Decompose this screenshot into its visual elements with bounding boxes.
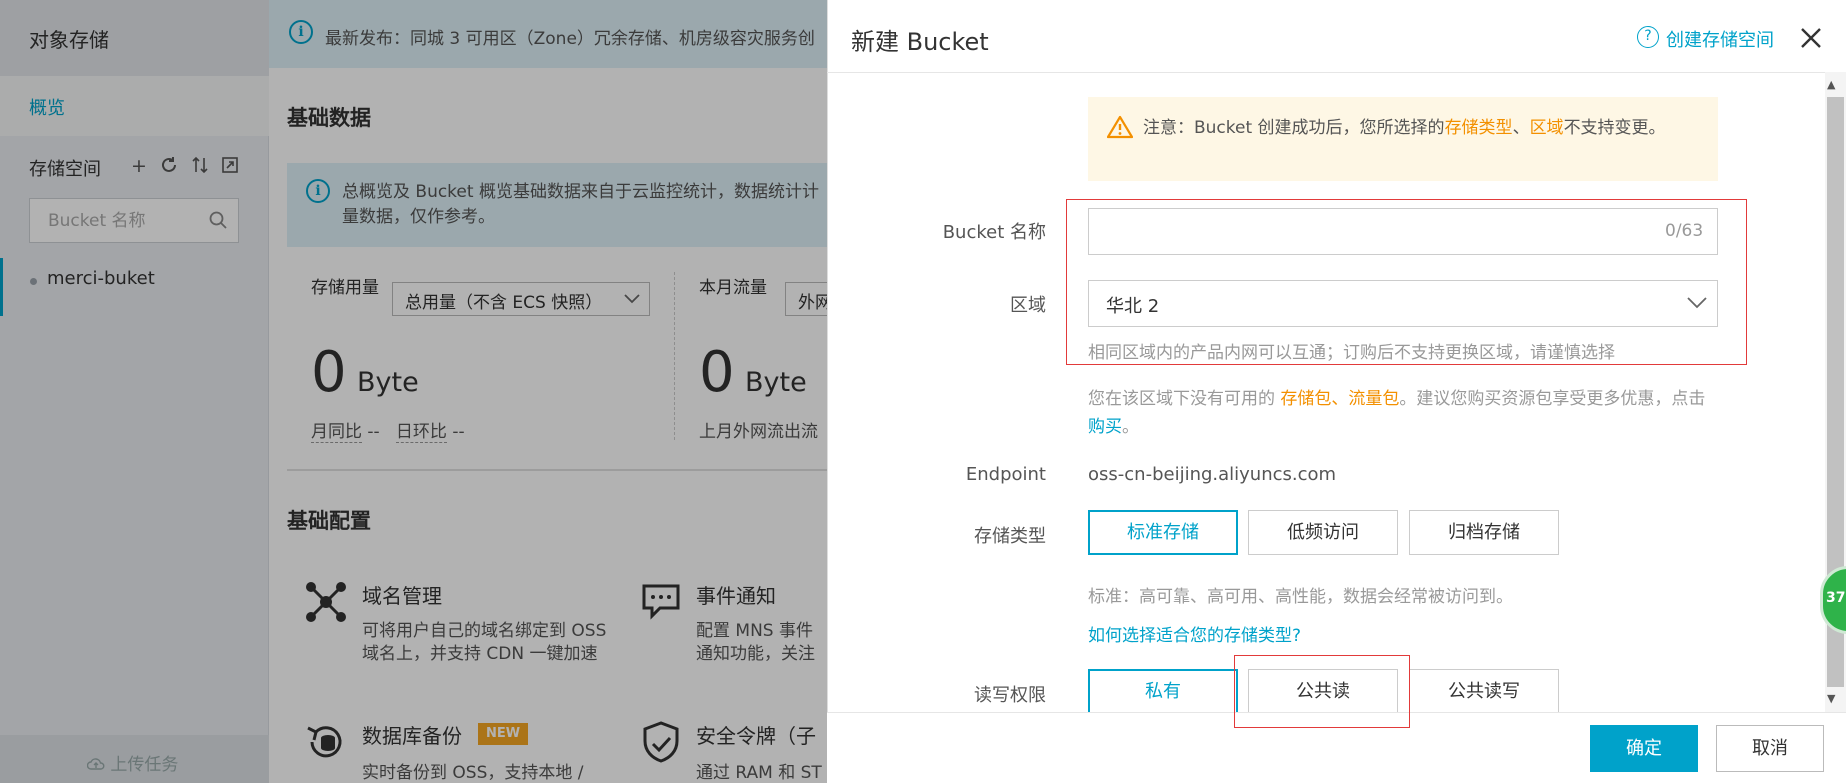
annotation-highlight-box	[1066, 199, 1747, 365]
pkg-middle: 。建议您购买资源包享受更多优惠，点击	[1399, 389, 1706, 409]
help-icon[interactable]: ?	[1637, 26, 1659, 48]
endpoint-label: Endpoint	[965, 464, 1046, 485]
traffic-package-link[interactable]: 流量包	[1348, 389, 1399, 409]
cancel-button[interactable]: 取消	[1716, 725, 1824, 772]
warning-storage-class: 存储类型	[1444, 118, 1513, 138]
confirm-button[interactable]: 确定	[1590, 725, 1698, 772]
scroll-up-icon[interactable]: ▲	[1827, 78, 1835, 91]
acl-public-read-write[interactable]: 公共读写	[1409, 669, 1559, 714]
package-notice: 您在该区域下没有可用的 存储包、流量包。建议您购买资源包享受更多优惠，点击 购买…	[1088, 385, 1708, 441]
pkg-suffix: 。	[1122, 417, 1139, 437]
region-label: 区域	[1010, 295, 1046, 316]
create-bucket-help-link[interactable]: 创建存储空间	[1666, 26, 1774, 52]
warning-text: 注意：Bucket 创建成功后，您所选择的存储类型、区域不支持变更。	[1143, 116, 1683, 141]
drawer-title: 新建 Bucket	[851, 28, 989, 56]
bucket-name-label: Bucket 名称	[942, 222, 1046, 243]
warning-icon	[1106, 115, 1134, 143]
pkg-sep: 、	[1331, 389, 1349, 409]
warning-suffix: 不支持变更。	[1563, 118, 1666, 138]
storage-class-description: 标准：高可靠、高可用、高性能，数据会经常被访问到。	[1088, 587, 1513, 607]
storage-class-archive[interactable]: 归档存储	[1409, 510, 1559, 555]
close-button[interactable]	[1796, 23, 1826, 53]
storage-class-standard[interactable]: 标准存储	[1088, 510, 1238, 555]
storage-class-ia[interactable]: 低频访问	[1248, 510, 1398, 555]
storage-class-help-link[interactable]: 如何选择适合您的存储类型?	[1088, 621, 1301, 646]
storage-class-label: 存储类型	[974, 526, 1046, 547]
pkg-prefix: 您在该区域下没有可用的	[1088, 389, 1281, 409]
warning-sep: 、	[1512, 118, 1530, 138]
storage-package-link[interactable]: 存储包	[1280, 389, 1331, 409]
warning-region: 区域	[1529, 118, 1564, 138]
close-icon	[1801, 28, 1821, 48]
buy-link[interactable]: 购买	[1088, 417, 1122, 437]
modal-backdrop[interactable]	[0, 0, 827, 783]
endpoint-value: oss-cn-beijing.aliyuncs.com	[1088, 464, 1337, 485]
warning-prefix: 注意：Bucket 创建成功后，您所选择的	[1143, 118, 1445, 138]
acl-label: 读写权限	[974, 685, 1046, 706]
scroll-down-icon[interactable]: ▼	[1827, 692, 1835, 705]
annotation-highlight-box	[1234, 655, 1410, 728]
floating-badge-count[interactable]: 37	[1826, 590, 1845, 606]
acl-private[interactable]: 私有	[1088, 669, 1238, 714]
divider	[827, 72, 1846, 73]
